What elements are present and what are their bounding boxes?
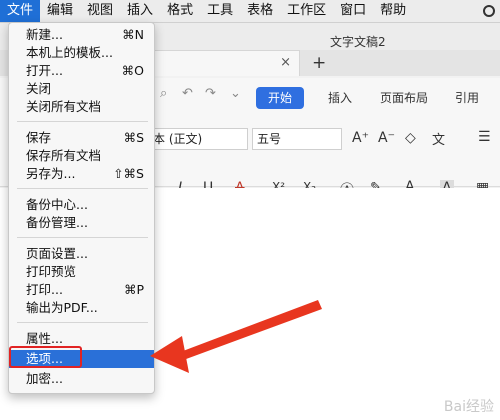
annotation-arrow: [150, 300, 322, 373]
